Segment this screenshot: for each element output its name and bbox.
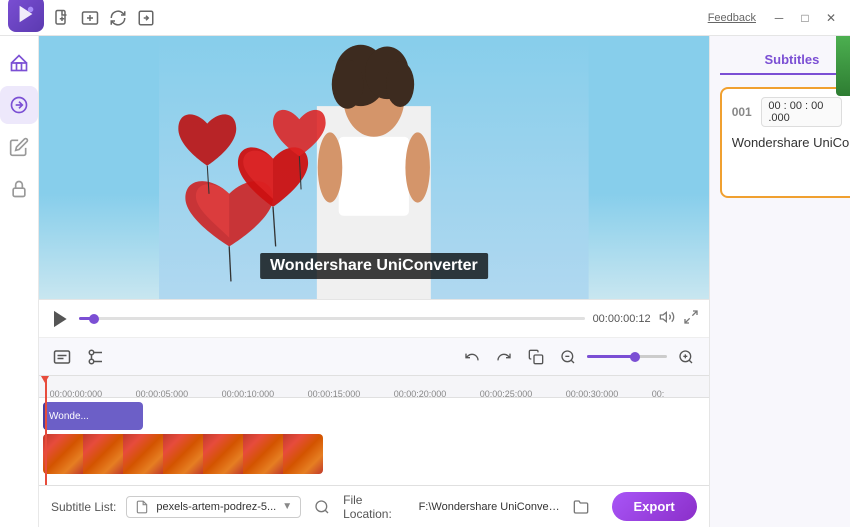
copy-btn[interactable] — [523, 344, 549, 370]
export-button[interactable]: Export — [612, 492, 697, 521]
volume-button[interactable] — [659, 309, 675, 328]
video-track[interactable] — [43, 434, 323, 474]
zoom-in-btn[interactable] — [673, 344, 699, 370]
edit-tools-left — [49, 344, 109, 370]
maximize-button[interactable]: □ — [794, 7, 816, 29]
file-location-label: File Location: — [343, 493, 408, 521]
edit-tools-right — [459, 344, 699, 370]
sidebar-item-home[interactable] — [0, 44, 38, 82]
ruler-mark-6: 00:00:30:000 — [566, 389, 619, 399]
export-media-btn[interactable] — [134, 6, 158, 30]
ruler-mark-5: 00:00:25:000 — [480, 389, 533, 399]
sidebar-item-edit[interactable] — [0, 128, 38, 166]
close-button[interactable]: ✕ — [820, 7, 842, 29]
content-area: Wondershare UniConverter — [39, 36, 850, 527]
video-thumbnail — [43, 434, 323, 474]
progress-handle — [89, 314, 99, 324]
slider-track[interactable] — [587, 355, 667, 358]
zoom-slider[interactable] — [587, 355, 667, 358]
title-bar-right: Feedback ─ □ ✕ — [708, 7, 842, 29]
progress-container[interactable] — [79, 317, 585, 320]
sidebar-item-lock[interactable] — [0, 170, 38, 208]
ruler-mark-0: 00:00:00:000 — [50, 389, 103, 399]
subtitle-track[interactable]: Wonde... — [43, 402, 143, 430]
select-arrow-icon: ▼ — [282, 501, 292, 512]
right-panel: Subtitles Styles 001 00 : 00 : 00 .000 -… — [709, 36, 850, 527]
title-bar: Feedback ─ □ ✕ — [0, 0, 850, 36]
subtitle-search-button[interactable] — [311, 495, 333, 519]
subtitle-entry: 001 00 : 00 : 00 .000 - 00 : 00 : 03 .00… — [720, 87, 850, 198]
sidebar-item-convert[interactable] — [0, 86, 38, 124]
subtitle-tool-btn[interactable] — [49, 344, 75, 370]
video-subtitle: Wondershare UniConverter — [260, 253, 488, 279]
new-file-btn[interactable] — [50, 6, 74, 30]
zoom-out-btn[interactable] — [555, 344, 581, 370]
green-accent — [836, 36, 850, 96]
start-time-display: 00 : 00 : 00 .000 — [768, 100, 835, 124]
subtitle-track-label: Wonde... — [49, 411, 89, 422]
feedback-link[interactable]: Feedback — [708, 12, 756, 24]
sidebar — [0, 36, 39, 527]
edit-toolbar — [39, 337, 709, 375]
subtitle-file-select[interactable]: pexels-artem-podrez-5... ▼ — [126, 496, 301, 518]
add-media-btn[interactable] — [78, 6, 102, 30]
title-bar-left — [8, 0, 158, 40]
file-path-display: F:\Wondershare UniConverter 1 — [419, 501, 562, 513]
controls-bar: 00:00:00:12 — [39, 299, 709, 337]
ruler-mark-2: 00:00:10:000 — [222, 389, 275, 399]
ruler-mark-3: 00:00:15:000 — [308, 389, 361, 399]
minimize-button[interactable]: ─ — [768, 7, 790, 29]
ruler-mark-4: 00:00:20:000 — [394, 389, 447, 399]
bottom-bar: Subtitle List: pexels-artem-podrez-5... … — [39, 485, 709, 527]
app-logo — [8, 0, 44, 32]
subtitle-text-input[interactable] — [732, 133, 850, 183]
refresh-btn[interactable] — [106, 6, 130, 30]
trim-tool-btn[interactable] — [83, 344, 109, 370]
timeline-ruler: 00:00:00:000 00:00:05:000 00:00:10:000 0… — [39, 376, 709, 398]
ruler-mark-7: 00: — [652, 389, 665, 399]
tab-subtitles[interactable]: Subtitles — [720, 46, 850, 75]
video-player: Wondershare UniConverter — [39, 36, 709, 299]
subtitle-entry-header: 001 00 : 00 : 00 .000 - 00 : 00 : 03 .00… — [732, 97, 850, 127]
start-time-field[interactable]: 00 : 00 : 00 .000 — [761, 97, 842, 127]
redo-btn[interactable] — [491, 344, 517, 370]
progress-bar[interactable] — [79, 317, 585, 320]
folder-browse-button[interactable] — [571, 496, 591, 518]
video-area: Wondershare UniConverter — [39, 36, 709, 527]
play-button[interactable] — [49, 308, 71, 330]
slider-fill — [587, 355, 635, 358]
subtitle-index: 001 — [732, 105, 756, 119]
subtitle-filename: pexels-artem-podrez-5... — [156, 501, 276, 513]
top-section: Wondershare UniConverter — [39, 36, 850, 527]
timeline-tracks: Wonde... — [39, 398, 709, 478]
panel-tabs: Subtitles Styles — [720, 46, 850, 75]
time-display: 00:00:00:12 — [593, 313, 651, 325]
main-layout: Wondershare UniConverter — [0, 36, 850, 527]
undo-btn[interactable] — [459, 344, 485, 370]
fullscreen-button[interactable] — [683, 309, 699, 328]
timeline-area: 00:00:00:000 00:00:05:000 00:00:10:000 0… — [39, 375, 709, 485]
video-background: Wondershare UniConverter — [39, 36, 709, 299]
slider-thumb — [630, 352, 640, 362]
toolbar-icons — [50, 6, 158, 30]
ruler-mark-1: 00:00:05:000 — [136, 389, 189, 399]
timeline-playhead — [45, 376, 47, 485]
subtitle-list-label: Subtitle List: — [51, 500, 116, 514]
